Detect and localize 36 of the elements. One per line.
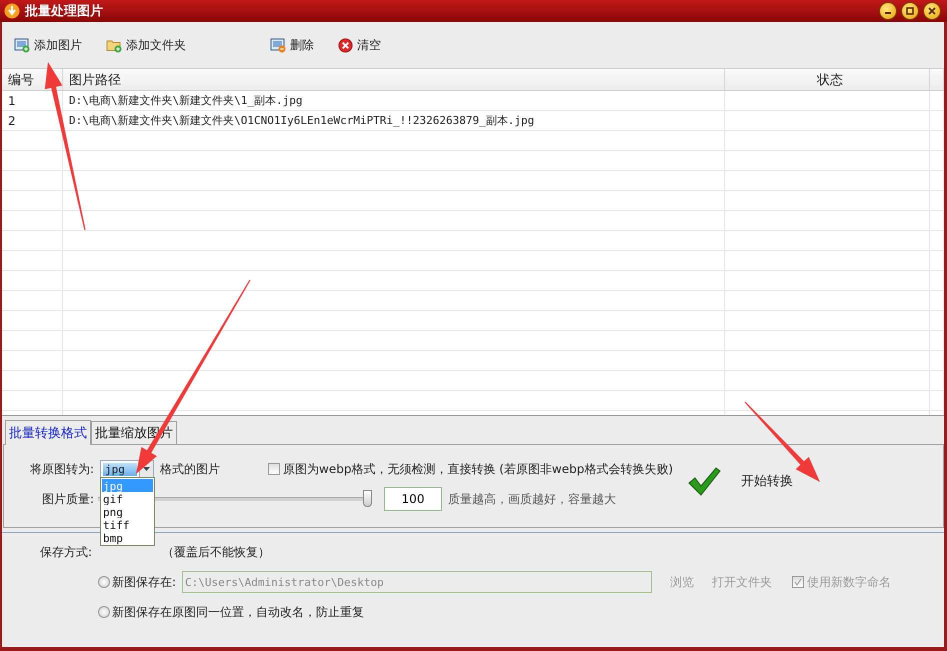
- image-remove-icon: [270, 37, 286, 53]
- window-title: 批量处理图片: [25, 3, 103, 20]
- quality-field[interactable]: 100: [384, 487, 442, 511]
- webp-label: 原图为webp格式，无须检测，直接转换 (若原图非webp格式会转换失败): [283, 460, 674, 478]
- slider-thumb[interactable]: [363, 490, 372, 507]
- column-header[interactable]: 图片路径: [63, 69, 725, 90]
- quality-label: 图片质量:: [40, 490, 94, 508]
- radio-button[interactable]: [98, 606, 110, 618]
- radio-label: 新图保存在原图同一位置，自动改名，防止重复: [112, 604, 364, 620]
- format-label: 将原图转为:: [28, 460, 94, 478]
- toolbar-button[interactable]: 删除: [268, 34, 316, 56]
- toolbar-button[interactable]: 添加文件夹: [104, 34, 188, 56]
- tab[interactable]: 批量转换格式: [5, 420, 91, 445]
- image-add-icon: [14, 37, 30, 53]
- format-suffix: 格式的图片: [160, 460, 220, 478]
- close-icon: [928, 7, 936, 15]
- toolbar-button[interactable]: 清空: [336, 34, 383, 56]
- caret-icon: [143, 467, 150, 471]
- webp-checkbox[interactable]: [268, 463, 280, 475]
- column-header[interactable]: 状态: [725, 69, 930, 90]
- maximize-button[interactable]: [901, 2, 919, 20]
- quality-hint: 质量越高，画质越好，容量越大: [448, 490, 616, 508]
- clear-icon: [338, 38, 353, 52]
- start-button[interactable]: 开始转换: [683, 445, 873, 527]
- save-mode-label: 保存方式:: [38, 544, 92, 560]
- minimize-button[interactable]: [879, 2, 897, 20]
- table-cell: D:\电商\新建文件夹\新建文件夹\1_副本.jpg: [63, 91, 725, 110]
- radio-button[interactable]: [98, 576, 110, 588]
- numeric-name-label: 使用新数字命名: [807, 574, 892, 590]
- close-button[interactable]: [923, 2, 941, 20]
- toolbar-button[interactable]: 添加图片: [12, 34, 84, 56]
- radio-label: 新图保存在:: [112, 574, 176, 590]
- download-icon: [4, 3, 20, 19]
- maximize-icon: [906, 7, 914, 15]
- radio-label: （覆盖后不能恢复）: [162, 544, 270, 560]
- checkmark-icon: [687, 466, 721, 496]
